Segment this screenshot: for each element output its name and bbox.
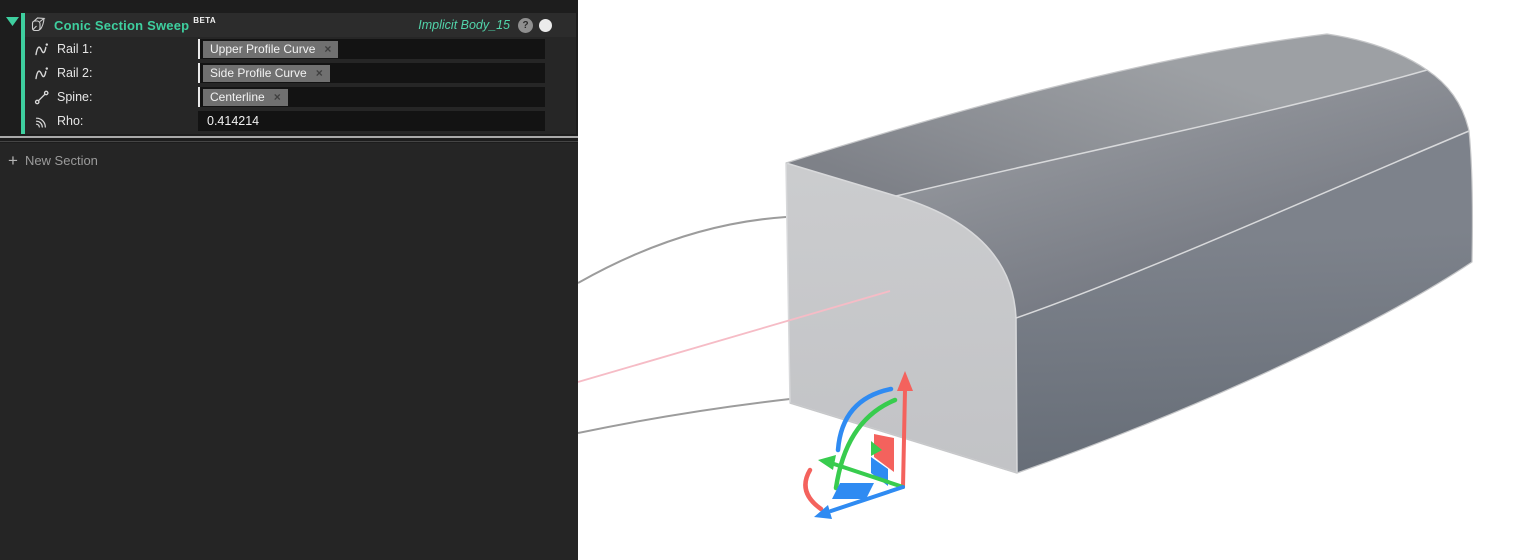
chip-accent — [198, 63, 200, 83]
panel-divider — [0, 136, 578, 138]
new-section-button[interactable]: + New Section — [8, 150, 98, 170]
polyline-icon — [34, 89, 50, 106]
param-row-rail1: Rail 1: Upper Profile Curve × — [25, 39, 576, 59]
help-icon[interactable]: ? — [518, 17, 533, 33]
remove-chip-icon[interactable]: × — [274, 90, 281, 104]
beta-badge: BETA — [193, 16, 217, 25]
gizmo-axis-red[interactable] — [901, 388, 907, 489]
chip-accent — [198, 39, 200, 59]
panel-divider-shadow — [0, 141, 578, 142]
selection-chip[interactable]: Centerline × — [203, 88, 288, 106]
chip-label: Upper Profile Curve — [210, 42, 316, 56]
spine-field[interactable]: Centerline × — [198, 87, 545, 107]
param-label: Rho: — [57, 114, 84, 128]
visibility-toggle-icon[interactable] — [539, 18, 552, 32]
cad-app: Conic Section Sweep BETA Implicit Body_1… — [0, 0, 1522, 560]
rail2-field[interactable]: Side Profile Curve × — [198, 63, 545, 83]
rail-curve-upper[interactable] — [578, 216, 787, 284]
selection-chip[interactable]: Upper Profile Curve × — [203, 40, 339, 58]
param-row-spine: Spine: Centerline × — [25, 87, 576, 107]
output-body-name[interactable]: Implicit Body_15 — [418, 18, 510, 32]
chip-accent — [198, 87, 200, 107]
sections-area — [0, 143, 578, 560]
curve-icon — [34, 41, 50, 58]
curve-icon — [34, 65, 50, 82]
node-title: Conic Section Sweep — [54, 17, 190, 33]
param-rows: Rail 1: Upper Profile Curve × Rail 2: Si… — [25, 37, 576, 131]
collapse-arrow-icon[interactable] — [6, 17, 20, 27]
chip-label: Centerline — [210, 90, 265, 104]
param-row-rho: Rho: 0.414214 — [25, 111, 576, 131]
viewport-3d[interactable] — [578, 0, 1522, 560]
chip-label: Side Profile Curve — [210, 66, 307, 80]
left-panel: Conic Section Sweep BETA Implicit Body_1… — [0, 0, 578, 560]
rho-icon — [34, 113, 50, 130]
param-label: Rail 2: — [57, 66, 93, 80]
plus-icon: + — [8, 150, 18, 170]
param-label: Rail 1: — [57, 42, 93, 56]
remove-chip-icon[interactable]: × — [324, 42, 331, 56]
gizmo-axis-green-arrowhead — [818, 455, 836, 470]
param-label: Spine: — [57, 90, 93, 104]
swept-body[interactable] — [785, 33, 1473, 474]
rail-curve-lower[interactable] — [578, 398, 791, 434]
remove-chip-icon[interactable]: × — [316, 66, 323, 80]
selection-chip[interactable]: Side Profile Curve × — [203, 64, 330, 82]
rho-field[interactable]: 0.414214 — [198, 111, 545, 131]
conic-sweep-icon — [29, 16, 47, 34]
new-section-label: New Section — [24, 153, 98, 168]
conic-sweep-node-panel: Conic Section Sweep BETA Implicit Body_1… — [25, 13, 576, 134]
node-header[interactable]: Conic Section Sweep BETA Implicit Body_1… — [25, 13, 576, 37]
viewport-canvas — [578, 33, 1473, 519]
param-row-rail2: Rail 2: Side Profile Curve × — [25, 63, 576, 83]
rail1-field[interactable]: Upper Profile Curve × — [198, 39, 545, 59]
gizmo-rotate-red-arc[interactable] — [803, 467, 824, 512]
rho-value[interactable]: 0.414214 — [198, 114, 259, 128]
